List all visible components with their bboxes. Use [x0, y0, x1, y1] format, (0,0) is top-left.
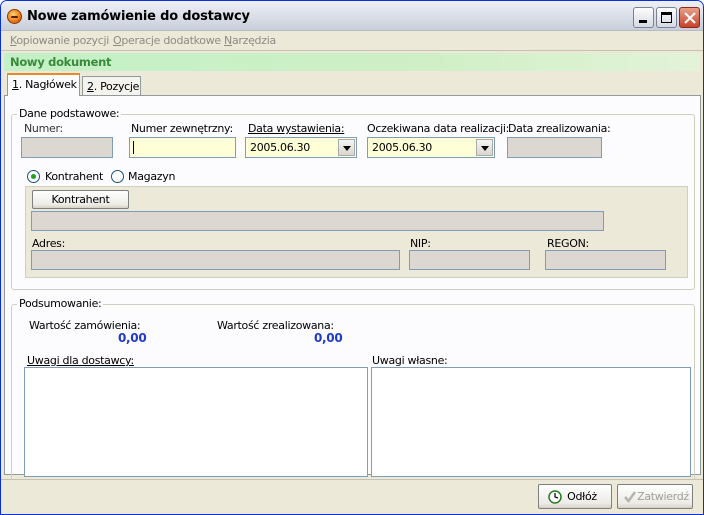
regon-label: REGON:	[547, 237, 589, 250]
window-title: Nowe zamówienie do dostawcy	[27, 9, 250, 24]
menu-narzedzia[interactable]: Narzędzia	[224, 34, 276, 47]
odloz-label: Odłóż	[567, 490, 597, 503]
minimize-icon	[639, 20, 647, 23]
group-podsumowanie-label: Podsumowanie:	[17, 297, 104, 310]
bottom-button-bar: Odłóż Zatwierdź	[1, 479, 703, 514]
numer-zewnetrzny-input[interactable]	[129, 137, 236, 158]
numer-label: Numer:	[24, 122, 63, 135]
zatwierdz-button[interactable]: Zatwierdź	[617, 484, 693, 509]
tab-naglowek[interactable]: 1. Nagłówek	[7, 73, 80, 96]
data-wystawienia-value: 2005.06.30	[250, 141, 310, 154]
menu-kopiowanie-pozycji[interactable]: Kopiowanie pozycji	[10, 34, 109, 47]
wartosc-zamowienia-value: 0,00	[118, 331, 147, 345]
data-wystawienia-picker[interactable]: 2005.06.30	[245, 137, 357, 158]
regon-field	[545, 250, 666, 270]
zatwierdz-label: Zatwierdź	[637, 490, 689, 503]
document-status-bar: Nowy dokument	[4, 53, 700, 71]
radio-kontrahent[interactable]	[27, 170, 40, 183]
chevron-down-icon[interactable]	[476, 139, 493, 156]
uwagi-wlasne-textarea[interactable]	[371, 367, 691, 477]
uwagi-dla-dostawcy-textarea[interactable]	[24, 367, 368, 477]
menu-divider	[1, 50, 703, 51]
uwagi-wlasne-label: Uwagi własne:	[372, 354, 448, 367]
group-dane-podstawowe-label: Dane podstawowe:	[17, 107, 122, 120]
clock-icon	[548, 490, 562, 504]
title-bar[interactable]: Nowe zamówienie do dostawcy	[1, 1, 703, 31]
numer-field	[21, 137, 113, 158]
minimize-button[interactable]	[633, 7, 654, 28]
odloz-button[interactable]: Odłóż	[538, 484, 612, 509]
app-icon	[7, 9, 22, 24]
uwagi-dla-dostawcy-label: Uwagi dla dostawcy:	[27, 354, 134, 367]
kontrahent-name-field	[31, 211, 604, 231]
radio-magazyn[interactable]	[111, 170, 124, 183]
wartosc-zrealizowana-value: 0,00	[314, 331, 343, 345]
kontrahent-button[interactable]: Kontrahent	[32, 190, 129, 209]
tab-pozycje[interactable]: 2. Pozycje	[82, 76, 141, 96]
app-window: Nowe zamówienie do dostawcy Kopiowanie p…	[0, 0, 704, 515]
data-wystawienia-label: Data wystawienia:	[248, 122, 345, 135]
tab-panel-naglowek: Dane podstawowe: Numer: Numer zewnętrzny…	[4, 95, 701, 484]
chevron-down-icon[interactable]	[338, 139, 355, 156]
maximize-icon	[661, 12, 672, 23]
oczekiwana-data-picker[interactable]: 2005.06.30	[367, 137, 495, 158]
adres-field	[31, 250, 400, 270]
oczekiwana-data-label: Oczekiwana data realizacji:	[367, 122, 510, 135]
nip-field	[409, 250, 530, 270]
maximize-button[interactable]	[656, 7, 677, 28]
close-button[interactable]	[679, 7, 700, 28]
radio-magazyn-label[interactable]: Magazyn	[128, 170, 175, 183]
nip-label: NIP:	[410, 237, 431, 250]
menu-operacje-dodatkowe[interactable]: Operacje dodatkowe	[113, 34, 221, 47]
close-icon	[684, 12, 696, 24]
radio-kontrahent-label[interactable]: Kontrahent	[45, 170, 103, 183]
adres-label: Adres:	[32, 237, 65, 250]
data-zrealizowania-field	[507, 137, 602, 158]
data-zrealizowania-label: Data zrealizowania:	[508, 122, 611, 135]
checkmark-icon	[624, 491, 637, 504]
menu-bar: Kopiowanie pozycji Operacje dodatkowe Na…	[1, 32, 703, 50]
oczekiwana-data-value: 2005.06.30	[372, 141, 432, 154]
numer-zewnetrzny-label: Numer zewnętrzny:	[131, 122, 233, 135]
document-status: Nowy dokument	[10, 55, 112, 69]
